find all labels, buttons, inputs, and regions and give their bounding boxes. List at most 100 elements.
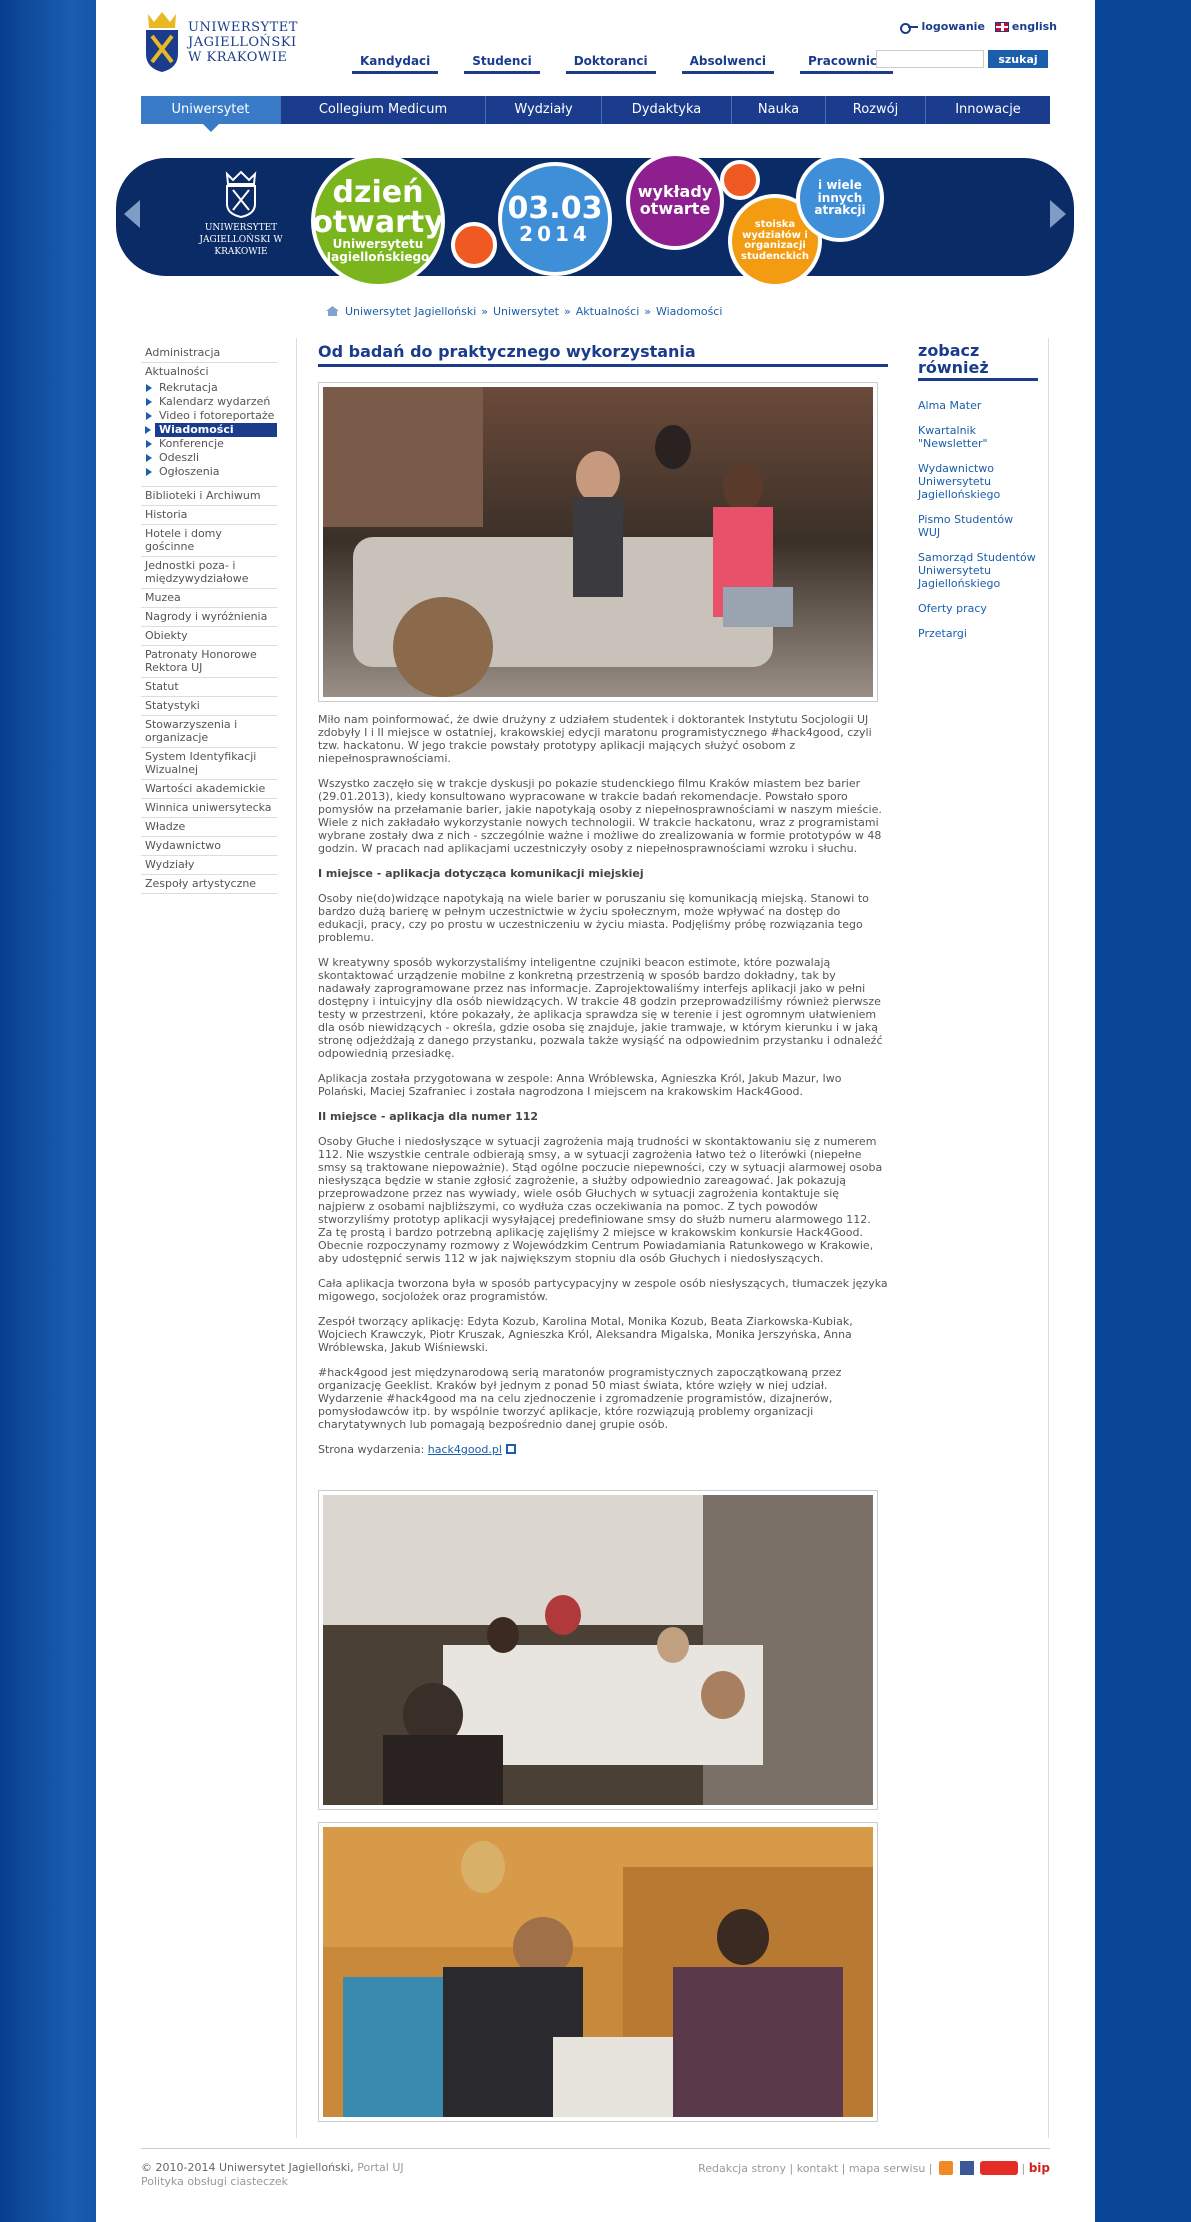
article-paragraph: Osoby Głuche i niedosłyszące w sytuacji … bbox=[318, 1135, 883, 1265]
breadcrumb-item[interactable]: Uniwersytet bbox=[493, 305, 559, 318]
banner-next-arrow-icon[interactable] bbox=[1050, 200, 1066, 228]
cookie-policy-link[interactable]: Polityka obsługi ciasteczek bbox=[141, 2175, 288, 2188]
editorial-link[interactable]: Redakcja strony bbox=[698, 2162, 786, 2175]
see-also-link[interactable]: Przetargi bbox=[918, 627, 1038, 640]
sidebar-subitem-konferencje[interactable]: Konferencje bbox=[141, 437, 277, 451]
article-paragraph: Osoby nie(do)widzące napotykają na wiele… bbox=[318, 892, 869, 944]
sidebar-item[interactable]: Nagrody i wyróżnienia bbox=[141, 608, 277, 627]
sidebar-item[interactable]: Statystyki bbox=[141, 697, 277, 716]
audience-link-candidates[interactable]: Kandydaci bbox=[352, 54, 439, 74]
sidebar-item[interactable]: Jednostki poza- i międzywydziałowe bbox=[141, 557, 277, 589]
see-also-title: zobacz również bbox=[918, 342, 1038, 381]
sidebar-item[interactable]: Stowarzyszenia i organizacje bbox=[141, 716, 277, 748]
footer: © 2010-2014 Uniwersytet Jagielloński, Po… bbox=[141, 2148, 1050, 2189]
audience-link-alumni[interactable]: Absolwenci bbox=[681, 54, 775, 74]
sidebar-item[interactable]: Statut bbox=[141, 678, 277, 697]
audience-link-students[interactable]: Studenci bbox=[464, 54, 540, 74]
login-link[interactable]: logowanie bbox=[899, 20, 985, 34]
open-day-line: Jagiellońskiego bbox=[326, 250, 430, 264]
sidebar-item[interactable]: Muzea bbox=[141, 589, 277, 608]
sidebar-item[interactable]: Historia bbox=[141, 506, 277, 525]
main-nav: Uniwersytet Collegium Medicum Wydziały D… bbox=[141, 96, 1050, 132]
audience-link-doctoral[interactable]: Doktoranci bbox=[565, 54, 656, 74]
copyright: © 2010-2014 Uniwersytet Jagielloński, bbox=[141, 2161, 354, 2174]
portal-link[interactable]: Portal UJ bbox=[357, 2161, 403, 2174]
banner-prev-arrow-icon[interactable] bbox=[124, 200, 140, 228]
bip-icon[interactable]: bip bbox=[1029, 2161, 1050, 2175]
english-link[interactable]: english bbox=[994, 20, 1057, 33]
right-column-divider bbox=[1048, 338, 1049, 2138]
sidebar-item[interactable]: System Identyfikacji Wizualnej bbox=[141, 748, 277, 780]
nav-wydzialy[interactable]: Wydziały bbox=[486, 96, 602, 124]
see-also-link[interactable]: Wydawnictwo Uniwersytetu Jagiellońskiego bbox=[918, 462, 1038, 501]
sidebar-item-administracja[interactable]: Administracja bbox=[141, 344, 277, 363]
breadcrumb-item[interactable]: Uniwersytet Jagielloński bbox=[345, 305, 476, 318]
breadcrumb-item[interactable]: Wiadomości bbox=[656, 305, 722, 318]
facebook-icon[interactable] bbox=[959, 2161, 974, 2175]
sidebar-item[interactable]: Biblioteki i Archiwum bbox=[141, 487, 277, 506]
sidebar-item[interactable]: Obiekty bbox=[141, 627, 277, 646]
crest-icon bbox=[146, 12, 178, 72]
article-photo[interactable] bbox=[318, 1490, 878, 1810]
contact-link[interactable]: kontakt bbox=[797, 2162, 838, 2175]
sidebar-item[interactable]: Patronaty Honorowe Rektora UJ bbox=[141, 646, 277, 678]
see-also-link[interactable]: Pismo Studentów WUJ bbox=[918, 513, 1038, 539]
article-body: Miło nam poinformować, że dwie drużyny z… bbox=[318, 713, 888, 1468]
article-paragraph: W kreatywny sposób wykorzystaliśmy intel… bbox=[318, 956, 883, 1060]
see-also-link[interactable]: Samorząd Studentów Uniwersytetu Jagiello… bbox=[918, 551, 1038, 590]
youtube-icon[interactable] bbox=[980, 2161, 1018, 2175]
decorative-dot bbox=[720, 160, 760, 200]
see-also-link[interactable]: Alma Mater bbox=[918, 399, 1038, 412]
sidebar-subitem-odeszli[interactable]: Odeszli bbox=[141, 451, 277, 465]
nav-dydaktyka[interactable]: Dydaktyka bbox=[602, 96, 732, 124]
nav-nauka[interactable]: Nauka bbox=[732, 96, 826, 124]
sidebar-subitem-wiadomosci[interactable]: Wiadomości bbox=[145, 423, 277, 437]
home-icon[interactable] bbox=[326, 306, 339, 316]
sidebar-subitem-rekrutacja[interactable]: Rekrutacja bbox=[141, 381, 277, 395]
breadcrumb-separator: » bbox=[644, 305, 651, 318]
search-input[interactable] bbox=[876, 50, 984, 68]
search-button[interactable]: szukaj bbox=[988, 50, 1048, 68]
decorative-dot bbox=[451, 222, 497, 268]
nav-innowacje[interactable]: Innowacje bbox=[926, 96, 1050, 124]
article-photo[interactable] bbox=[318, 1822, 878, 2122]
sidebar-subitem-ogloszenia[interactable]: Ogłoszenia bbox=[141, 465, 277, 479]
university-name: UNIWERSYTET JAGIELLOŃSKI W KRAKOWIE bbox=[188, 20, 298, 65]
sidebar-item[interactable]: Wydziały bbox=[141, 856, 277, 875]
banner-uj-logo: UNIWERSYTET JAGIELLOŃSKI W KRAKOWIE bbox=[196, 170, 286, 258]
nav-collegium-medicum[interactable]: Collegium Medicum bbox=[281, 96, 486, 124]
login-label: logowanie bbox=[921, 20, 985, 33]
sidebar-divider bbox=[141, 479, 277, 487]
sidebar-item[interactable]: Zespoły artystyczne bbox=[141, 875, 277, 894]
see-also-link[interactable]: Oferty pracy bbox=[918, 602, 1038, 615]
rss-icon[interactable] bbox=[939, 2161, 953, 2175]
see-also-link[interactable]: Kwartalnik "Newsletter" bbox=[918, 424, 1038, 450]
nav-rozwoj[interactable]: Rozwój bbox=[826, 96, 926, 124]
article-paragraph: #hack4good jest międzynarodową serią mar… bbox=[318, 1366, 842, 1431]
sidebar-item[interactable]: Winnica uniwersytecka bbox=[141, 799, 277, 818]
sidebar-item-aktualnosci[interactable]: Aktualności bbox=[141, 363, 277, 381]
event-site-link[interactable]: hack4good.pl bbox=[428, 1443, 502, 1456]
date-year: 2014 bbox=[519, 221, 591, 246]
sidebar-item[interactable]: Władze bbox=[141, 818, 277, 837]
english-label: english bbox=[1011, 20, 1057, 33]
event-banner[interactable]: UNIWERSYTET JAGIELLOŃSKI W KRAKOWIE dzie… bbox=[116, 150, 1074, 288]
article-photo[interactable] bbox=[318, 382, 878, 702]
sidebar-item[interactable]: Hotele i domy gościnne bbox=[141, 525, 277, 557]
open-day-line: dzień bbox=[332, 175, 424, 211]
sitemap-link[interactable]: mapa serwisu bbox=[849, 2162, 925, 2175]
sidebar-subitem-video[interactable]: Video i fotoreportaże bbox=[141, 409, 277, 423]
breadcrumb: Uniwersytet Jagielloński » Uniwersytet » Akt… bbox=[326, 305, 722, 318]
sidebar-item[interactable]: Wydawnictwo bbox=[141, 837, 277, 856]
breadcrumb-item[interactable]: Aktualności bbox=[576, 305, 640, 318]
banner-logo-text: UNIWERSYTET JAGIELLOŃSKI W KRAKOWIE bbox=[199, 223, 283, 257]
uj-logo[interactable]: UNIWERSYTET JAGIELLOŃSKI W KRAKOWIE bbox=[142, 10, 298, 74]
sidebar-item[interactable]: Wartości akademickie bbox=[141, 780, 277, 799]
article-subheading: I miejsce - aplikacja dotycząca komunika… bbox=[318, 867, 644, 880]
nav-uniwersytet[interactable]: Uniwersytet bbox=[141, 96, 281, 132]
date-circle: 03.03 2014 bbox=[498, 162, 612, 276]
breadcrumb-separator: » bbox=[564, 305, 571, 318]
audience-nav: Kandydaci Studenci Doktoranci Absolwenci… bbox=[352, 54, 919, 74]
sidebar-subitem-kalendarz[interactable]: Kalendarz wydarzeń bbox=[141, 395, 277, 409]
crest-icon bbox=[225, 170, 257, 219]
